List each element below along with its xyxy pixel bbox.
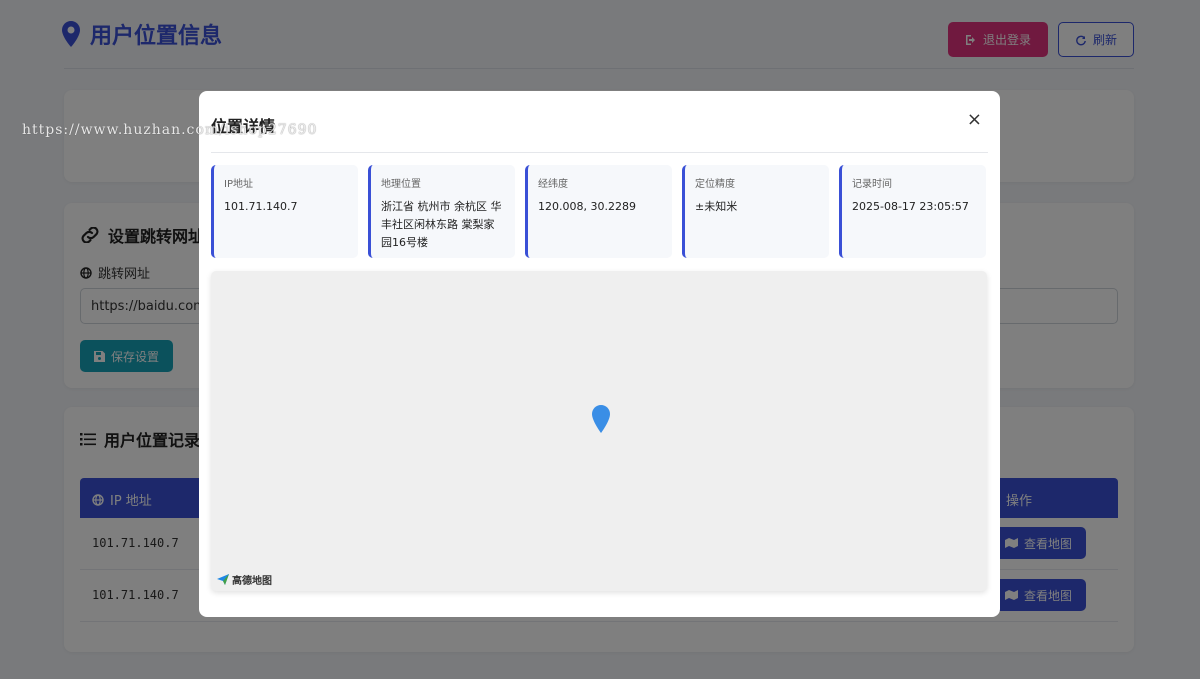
info-value: 2025-08-17 23:05:57 bbox=[852, 200, 969, 213]
map-marker-icon bbox=[592, 405, 610, 433]
amap-logo-text: 高德地图 bbox=[232, 576, 272, 587]
info-label: IP地址 bbox=[224, 179, 253, 190]
watermark-text: https://www.huzhan.com/ishop27690 bbox=[22, 122, 318, 138]
modal-divider bbox=[211, 152, 988, 153]
info-label: 地理位置 bbox=[381, 179, 421, 190]
info-value: 120.008, 30.2289 bbox=[538, 200, 636, 213]
amap-logo: 高德地图 bbox=[217, 572, 272, 587]
info-card-accuracy: 定位精度 ±未知米 bbox=[682, 165, 829, 258]
map-view[interactable]: 高德地图 bbox=[211, 271, 987, 591]
info-label: 定位精度 bbox=[695, 179, 735, 190]
amap-arrow-icon bbox=[217, 574, 229, 585]
close-icon[interactable]: × bbox=[967, 111, 982, 129]
info-grid: IP地址 101.71.140.7 地理位置 浙江省 杭州市 余杭区 华丰社区闲… bbox=[211, 165, 986, 258]
info-label: 经纬度 bbox=[538, 179, 568, 190]
location-detail-modal: 位置详情 × IP地址 101.71.140.7 地理位置 浙江省 杭州市 余杭… bbox=[199, 91, 1000, 617]
info-card-ip: IP地址 101.71.140.7 bbox=[211, 165, 358, 258]
info-card-location: 地理位置 浙江省 杭州市 余杭区 华丰社区闲林东路 棠梨家园16号楼 bbox=[368, 165, 515, 258]
info-value: 101.71.140.7 bbox=[224, 200, 298, 213]
info-value: 浙江省 杭州市 余杭区 华丰社区闲林东路 棠梨家园16号楼 bbox=[381, 200, 502, 249]
info-label: 记录时间 bbox=[852, 179, 892, 190]
info-card-time: 记录时间 2025-08-17 23:05:57 bbox=[839, 165, 986, 258]
info-value: ±未知米 bbox=[695, 200, 738, 213]
info-card-coordinates: 经纬度 120.008, 30.2289 bbox=[525, 165, 672, 258]
